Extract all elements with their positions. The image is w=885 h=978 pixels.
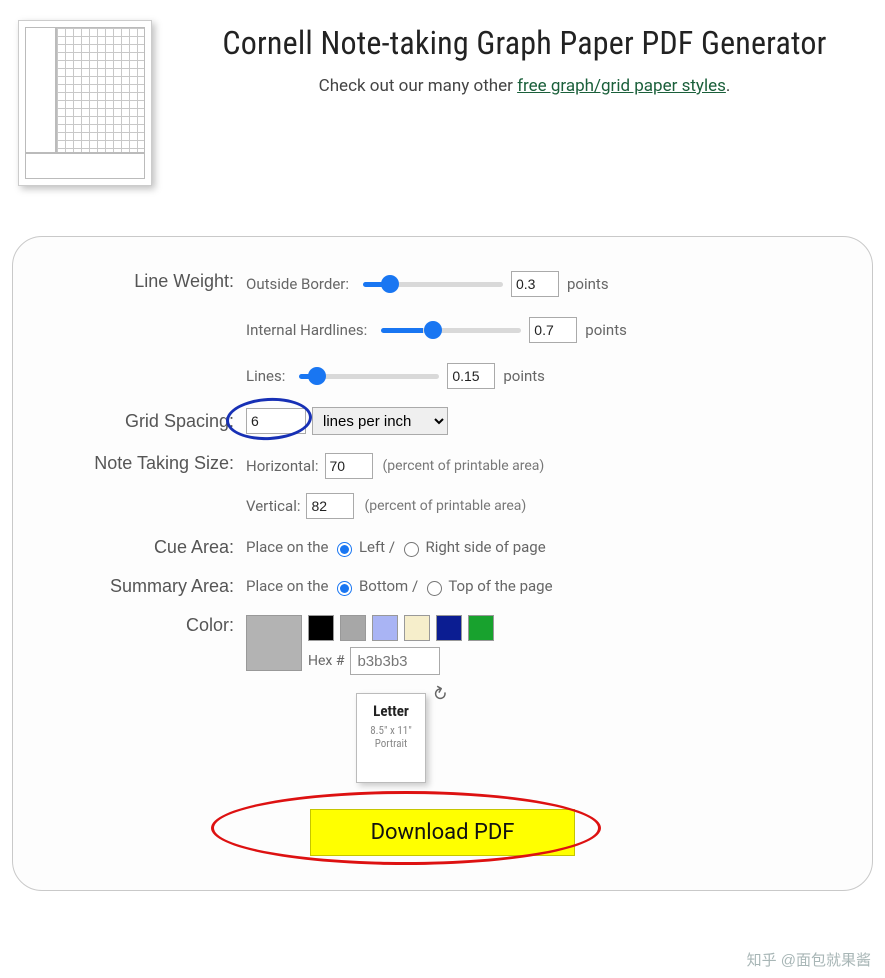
preview-thumbnail [18, 20, 152, 186]
swatch-navy[interactable] [436, 615, 462, 641]
input-outside-border[interactable] [511, 271, 559, 297]
slider-lines[interactable] [299, 374, 439, 379]
slider-outside-border[interactable] [363, 282, 503, 287]
input-internal-hardlines[interactable] [529, 317, 577, 343]
label-note-size: Note Taking Size: [41, 453, 246, 474]
select-grid-unit[interactable]: lines per inch [312, 407, 448, 435]
swatch-gray[interactable] [340, 615, 366, 641]
color-preview [246, 615, 302, 671]
rotate-icon[interactable]: ↻ [428, 682, 452, 708]
label-line-weight: Line Weight: [41, 271, 246, 292]
input-grid-spacing[interactable] [246, 408, 306, 434]
label-cue-area: Cue Area: [41, 537, 246, 558]
download-pdf-button[interactable]: Download PDF [310, 809, 576, 856]
label-vertical: Vertical: [246, 497, 300, 515]
label-color: Color: [41, 615, 246, 636]
label-hex: Hex # [308, 653, 344, 669]
input-horizontal[interactable] [325, 453, 373, 479]
label-internal-hardlines: Internal Hardlines: [246, 321, 367, 339]
label-grid-spacing: Grid Spacing: [41, 411, 246, 432]
input-lines[interactable] [447, 363, 495, 389]
radio-cue-right[interactable] [404, 542, 419, 557]
radio-summary-bottom[interactable] [337, 581, 352, 596]
radio-cue-left[interactable] [337, 542, 352, 557]
slider-internal-hardlines[interactable] [381, 328, 521, 333]
watermark: 知乎 @面包就果酱 [747, 949, 871, 970]
input-vertical[interactable] [306, 493, 354, 519]
label-horizontal: Horizontal: [246, 457, 319, 475]
options-panel: Line Weight: Outside Border: points Inte… [12, 236, 873, 891]
label-summary-area: Summary Area: [41, 576, 246, 597]
radio-summary-top[interactable] [427, 581, 442, 596]
label-lines: Lines: [246, 367, 285, 385]
swatch-green[interactable] [468, 615, 494, 641]
page-title: Cornell Note-taking Graph Paper PDF Gene… [182, 24, 867, 62]
other-styles-link[interactable]: free graph/grid paper styles [517, 76, 726, 96]
subtitle: Check out our many other free graph/grid… [182, 76, 867, 96]
input-hex[interactable] [350, 647, 440, 675]
swatch-cream[interactable] [404, 615, 430, 641]
swatch-lavender[interactable] [372, 615, 398, 641]
swatch-black[interactable] [308, 615, 334, 641]
paper-size-card[interactable]: ↻ Letter 8.5" x 11" Portrait [356, 693, 426, 783]
label-outside-border: Outside Border: [246, 275, 349, 293]
